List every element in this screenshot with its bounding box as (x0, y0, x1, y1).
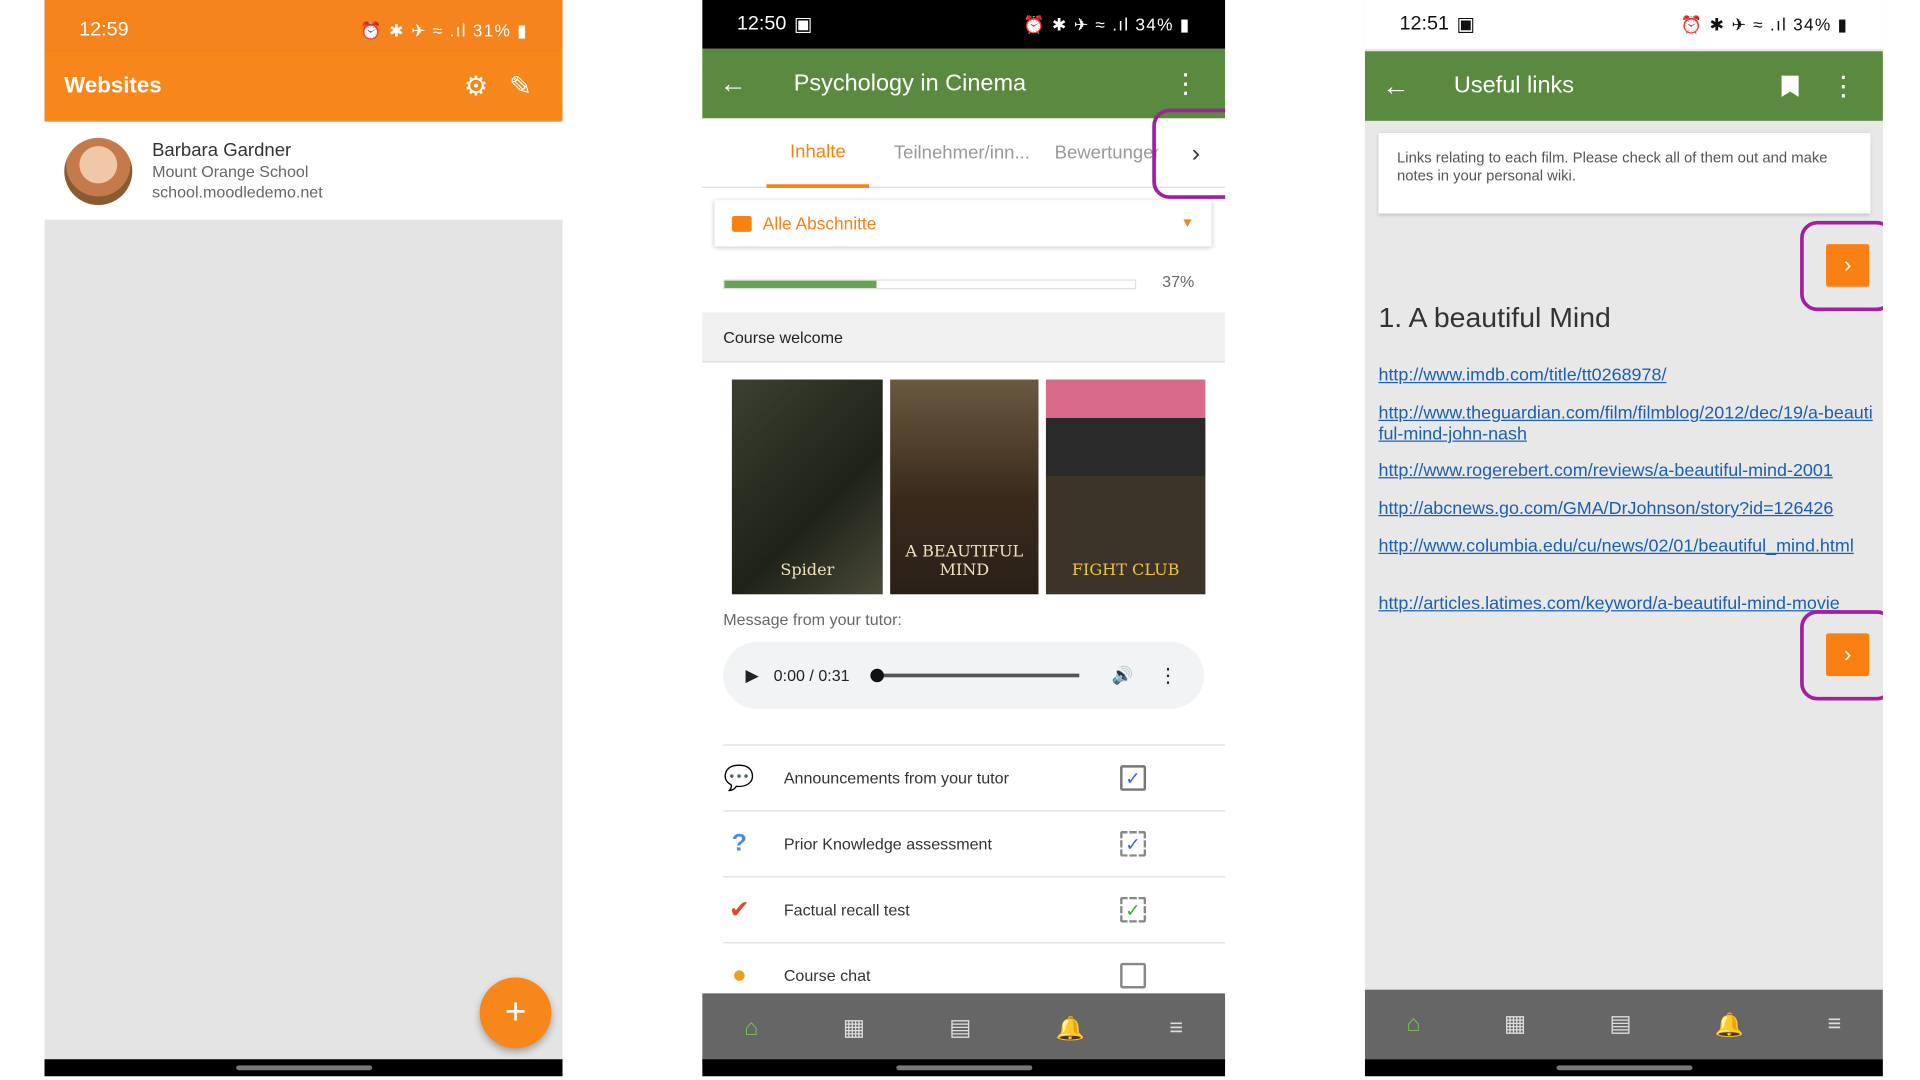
menu-icon[interactable]: ≡ (1827, 1011, 1841, 1038)
home-handle[interactable] (235, 1065, 372, 1071)
external-link[interactable]: http://www.columbia.edu/cu/news/02/01/be… (1378, 537, 1873, 558)
external-link[interactable]: http://www.imdb.com/title/tt0268978/ (1378, 366, 1873, 387)
highlight-ring (1152, 108, 1226, 199)
calendar-icon[interactable]: ▦ (843, 1014, 865, 1042)
app-bar: ← Psychology in Cinema ⋮ (702, 48, 1226, 119)
settings-icon[interactable]: ⚙ (454, 64, 499, 108)
page-description: Links relating to each film. Please chec… (1378, 133, 1871, 214)
poster-spider[interactable]: Spider (731, 379, 883, 595)
external-link[interactable]: http://articles.latimes.com/keyword/a-be… (1378, 594, 1873, 615)
home-handle[interactable] (1555, 1065, 1692, 1071)
quiz-icon: ✔ (728, 896, 750, 924)
section-heading: 1. A beautiful Mind (1378, 301, 1611, 334)
notifications-icon[interactable]: 🔔 (1715, 1010, 1744, 1039)
highlight-ring (1800, 610, 1883, 701)
activity-row[interactable]: ? Prior Knowledge assessment ✓ (723, 810, 1226, 876)
phone-websites: 12:59 ⏰ ✱ ✈ ≈ .ıl 31% ▮ Websites ⚙ ✎ Bar… (44, 0, 563, 1077)
phone-course: 12:50 ▣ ⏰ ✱ ✈ ≈ .ıl 34% ▮ ← Psychology in… (702, 0, 1226, 1077)
app-bar: Websites ⚙ ✎ (44, 51, 563, 121)
gallery-icon: ▣ (1456, 14, 1476, 36)
caret-down-icon: ▼ (1180, 216, 1195, 231)
system-nav-bar (44, 1059, 563, 1077)
section-dropdown-label: Alle Abschnitte (762, 213, 877, 234)
status-time: 12:59 (79, 19, 129, 41)
completion-checkbox[interactable]: ✓ (1120, 765, 1147, 791)
folder-icon (731, 215, 752, 232)
bottom-nav: ⌂ ▦ ▤ 🔔 ≡ (702, 993, 1226, 1063)
menu-icon[interactable]: ≡ (1169, 1015, 1183, 1042)
more-vert-icon[interactable]: ⋮ (1821, 64, 1866, 108)
audio-time: 0:00 / 0:31 (773, 666, 850, 685)
phone-useful-links: 12:51 ▣ ⏰ ✱ ✈ ≈ .ıl 34% ▮ ← Useful links … (1364, 0, 1883, 1077)
edit-icon[interactable]: ✎ (498, 64, 543, 108)
status-icons: ⏰ ✱ ✈ ≈ .ıl 34% ▮ (1680, 14, 1849, 34)
site-list-item[interactable]: Barbara Gardner Mount Orange School scho… (44, 122, 563, 220)
activity-label: Course chat (783, 966, 871, 985)
page-title: Useful links (1453, 72, 1575, 99)
status-bar: 12:50 ▣ ⏰ ✱ ✈ ≈ .ıl 34% ▮ (702, 0, 1226, 49)
course-tabs: Inhalte Teilnehmer/inn... Bewertungen › (702, 118, 1226, 188)
more-vert-icon[interactable]: ⋮ (1163, 62, 1208, 106)
app-bar: ← Useful links ⋮ (1364, 51, 1883, 121)
bookmark-icon[interactable] (1781, 75, 1799, 98)
activity-row[interactable]: 💬 Announcements from your tutor ✓ (723, 744, 1226, 810)
section-title: Course welcome (702, 312, 1226, 363)
notifications-icon[interactable]: 🔔 (1056, 1013, 1085, 1042)
home-handle[interactable] (895, 1065, 1032, 1071)
external-link[interactable]: http://abcnews.go.com/GMA/DrJohnson/stor… (1378, 499, 1873, 520)
highlight-ring (1800, 220, 1883, 312)
avatar (64, 137, 133, 205)
status-icons: ⏰ ✱ ✈ ≈ .ıl 31% ▮ (360, 20, 528, 40)
more-vert-icon[interactable]: ⋮ (1158, 663, 1178, 687)
activity-label: Announcements from your tutor (783, 768, 1009, 788)
play-icon[interactable]: ▶ (745, 665, 758, 686)
progress-label: 37% (1162, 272, 1195, 291)
home-icon[interactable]: ⌂ (1407, 1011, 1421, 1038)
message-label: Message from your tutor: (723, 610, 902, 629)
courses-icon[interactable]: ▤ (949, 1014, 971, 1042)
status-bar: 12:51 ▣ ⏰ ✱ ✈ ≈ .ıl 34% ▮ (1364, 0, 1883, 49)
completion-checkbox[interactable]: ✓ (1120, 896, 1147, 923)
audio-seek-bar[interactable] (870, 668, 1080, 683)
activity-row[interactable]: ✔ Factual recall test ✓ (723, 876, 1226, 942)
status-time: 12:50 (736, 13, 787, 35)
site-url: school.moodledemo.net (152, 182, 323, 201)
course-title: Psychology in Cinema (793, 70, 1027, 96)
audio-player: ▶ 0:00 / 0:31 🔊 ⋮ (723, 641, 1205, 710)
gallery-icon: ▣ (793, 14, 813, 36)
poster-beautiful-mind[interactable]: A BEAUTIFUL MIND (890, 379, 1039, 595)
completion-checkbox[interactable] (1120, 962, 1147, 989)
completion-checkbox[interactable]: ✓ (1120, 831, 1147, 857)
external-link[interactable]: http://www.theguardian.com/film/filmblog… (1378, 404, 1873, 445)
site-user-name: Barbara Gardner (152, 139, 292, 161)
poster-fight-club[interactable]: FIGHT CLUB (1045, 379, 1206, 595)
page-title: Websites (64, 73, 162, 98)
back-arrow-icon[interactable]: ← (720, 68, 765, 100)
question-icon: ? (731, 829, 747, 857)
progress-bar (723, 279, 1137, 290)
status-time: 12:51 (1399, 13, 1450, 35)
chat-icon: ● (731, 961, 747, 989)
add-site-button[interactable]: + (479, 977, 552, 1049)
system-nav-bar (702, 1059, 1226, 1077)
tab-contents[interactable]: Inhalte (766, 118, 870, 188)
volume-icon[interactable]: 🔊 (1112, 665, 1134, 686)
courses-icon[interactable]: ▤ (1609, 1010, 1631, 1038)
tab-participants[interactable]: Teilnehmer/inn... (894, 118, 1030, 188)
section-dropdown[interactable]: Alle Abschnitte ▼ (714, 200, 1212, 247)
site-school: Mount Orange School (152, 161, 309, 181)
tab-grades[interactable]: Bewertungen (1055, 118, 1159, 188)
forum-icon: 💬 (723, 765, 755, 793)
activity-label: Prior Knowledge assessment (783, 834, 992, 854)
external-link[interactable]: http://www.rogerebert.com/reviews/a-beau… (1378, 461, 1873, 482)
bottom-nav: ⌂ ▦ ▤ 🔔 ≡ (1364, 989, 1883, 1060)
status-icons: ⏰ ✱ ✈ ≈ .ıl 34% ▮ (1023, 14, 1191, 34)
progress-fill (724, 280, 877, 289)
seek-knob[interactable] (870, 668, 885, 683)
system-nav-bar (1364, 1059, 1883, 1077)
calendar-icon[interactable]: ▦ (1504, 1010, 1526, 1038)
activity-label: Factual recall test (783, 900, 910, 919)
back-arrow-icon[interactable]: ← (1382, 70, 1427, 102)
home-icon[interactable]: ⌂ (744, 1015, 758, 1042)
